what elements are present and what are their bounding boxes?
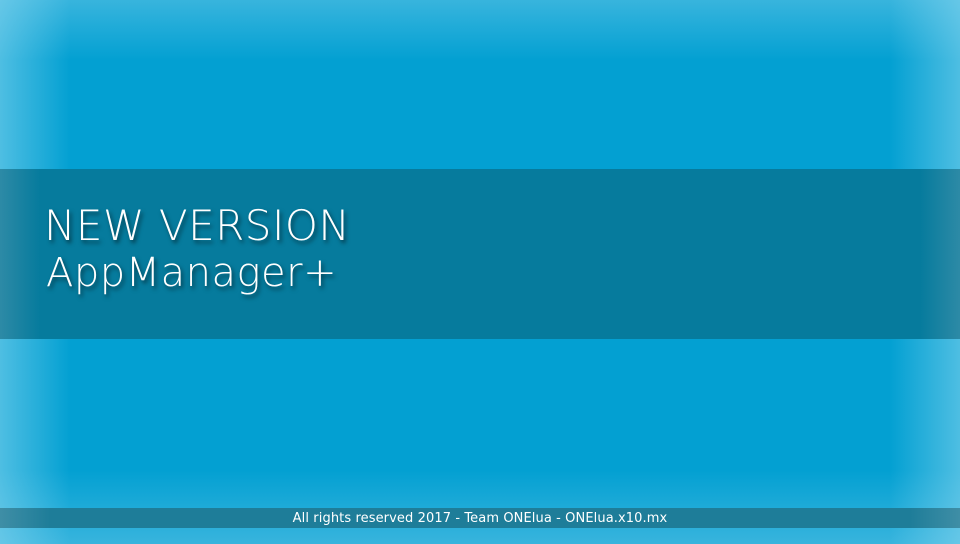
banner-text: NEW VERSION AppManager+ <box>44 201 351 296</box>
headline: NEW VERSION <box>44 201 351 250</box>
copyright-text: All rights reserved 2017 - Team ONElua -… <box>292 510 668 526</box>
new-version-banner: NEW VERSION AppManager+ <box>0 169 960 339</box>
update-screen: NEW VERSION AppManager+ All rights reser… <box>0 0 960 544</box>
app-name: AppManager+ <box>46 250 338 296</box>
footer-bar: All rights reserved 2017 - Team ONElua -… <box>0 508 960 528</box>
